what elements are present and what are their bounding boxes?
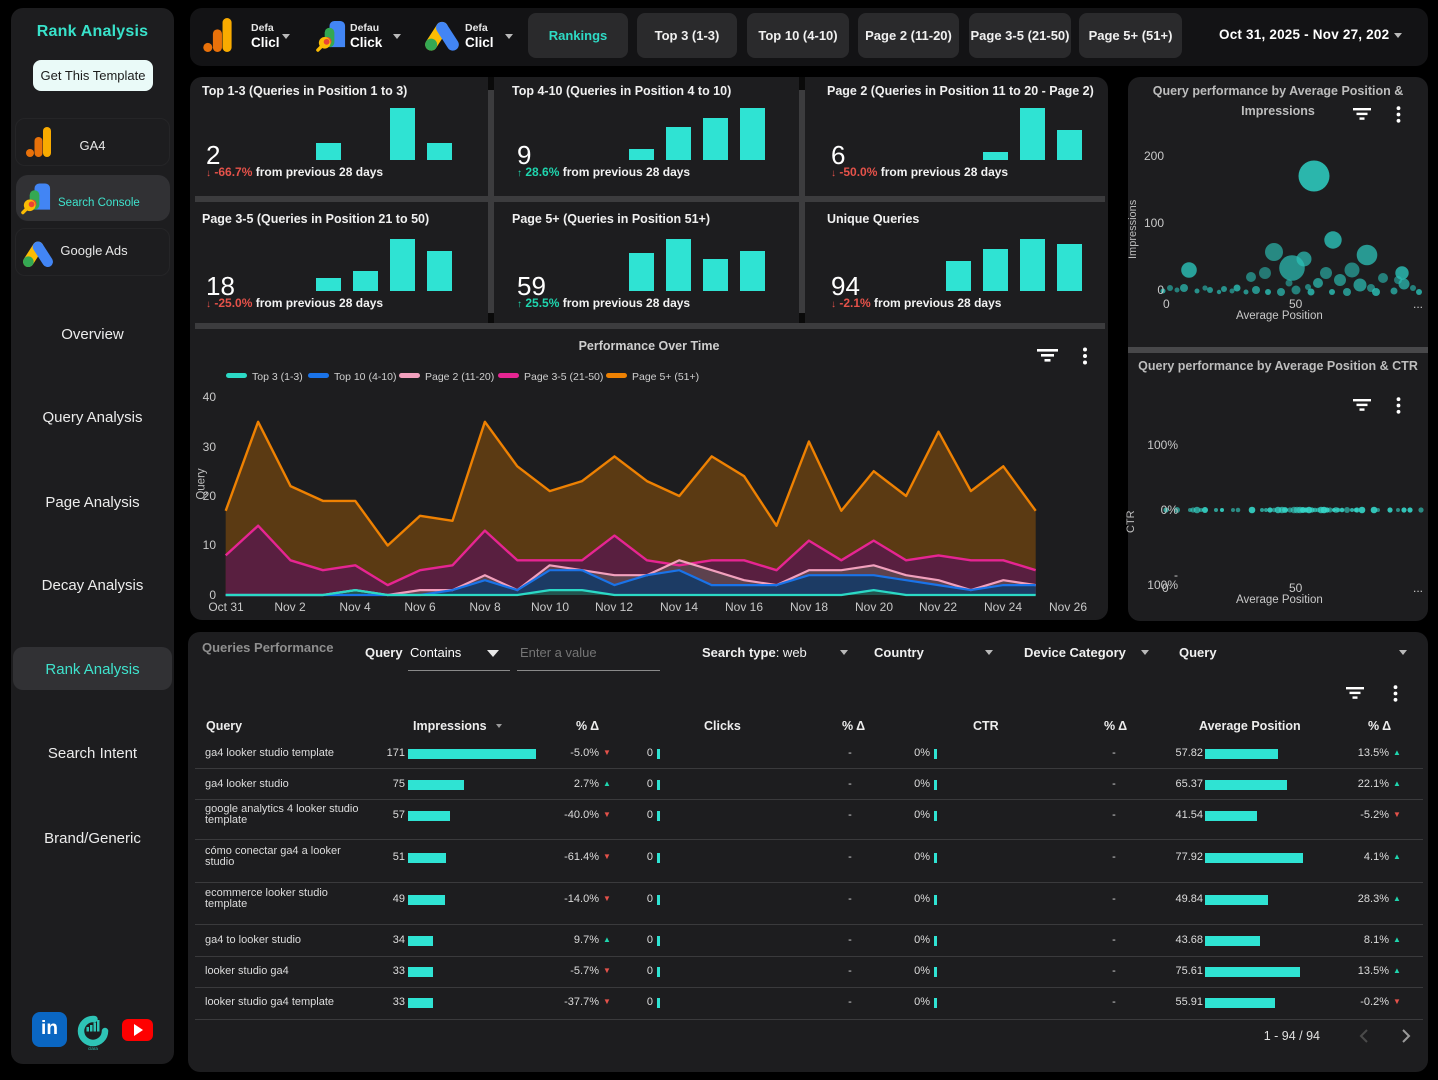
svg-text:clara: clara xyxy=(88,1046,98,1051)
